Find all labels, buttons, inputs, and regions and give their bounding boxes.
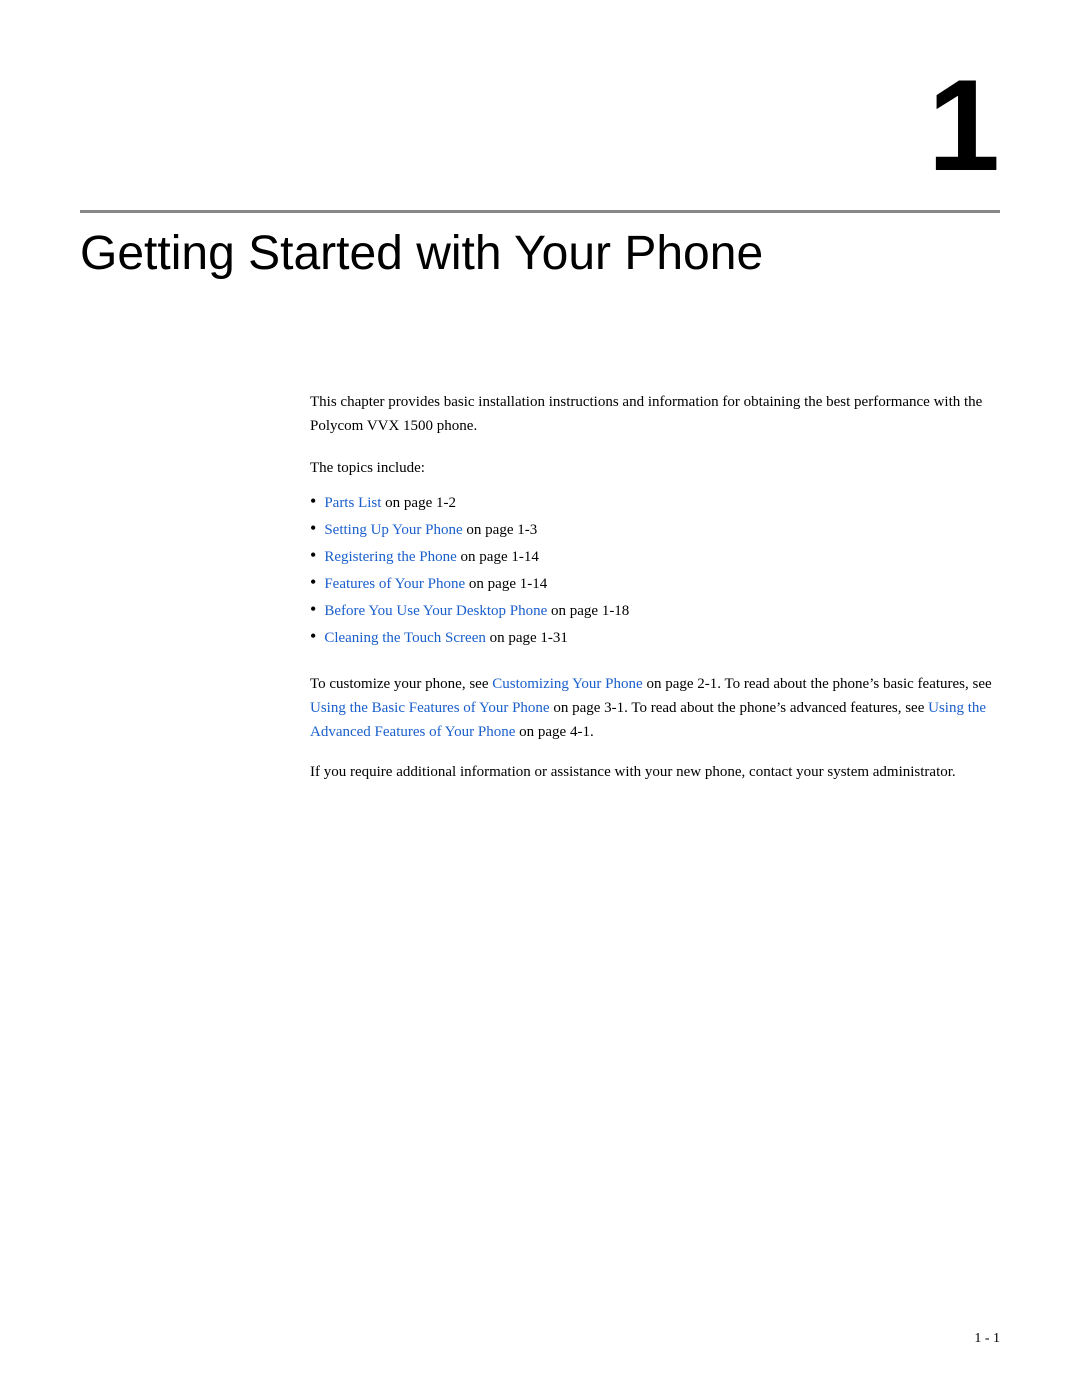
topics-list: • Parts List on page 1-2 • Setting Up Your … [310,490,1000,652]
topic-link[interactable]: Setting Up Your Phone [324,522,462,538]
topic-link[interactable]: Cleaning the Touch Screen [324,630,486,646]
bullet-icon: • [310,600,316,618]
body-paragraph-2: If you require additional information or… [310,760,1000,784]
list-item: • Features of Your Phone on page 1-14 [310,571,1000,598]
bullet-icon: • [310,573,316,591]
list-item: • Setting Up Your Phone on page 1-3 [310,517,1000,544]
topic-page-ref: on page 1-14 [457,549,539,565]
topic-link[interactable]: Registering the Phone [324,549,456,565]
topic-page-ref: on page 1-14 [465,576,547,592]
list-item: • Cleaning the Touch Screen on page 1-31 [310,625,1000,652]
topic-link[interactable]: Before You Use Your Desktop Phone [324,603,547,619]
page-footer: 1 - 1 [974,1331,1000,1347]
topic-page-ref: on page 1-18 [547,603,629,619]
chapter-number: 1 [928,60,1000,190]
list-item: • Registering the Phone on page 1-14 [310,544,1000,571]
page-number: 1 - 1 [974,1331,1000,1346]
inline-link[interactable]: Customizing Your Phone [492,676,642,692]
page: 1 Getting Started with Your Phone This c… [0,0,1080,1397]
topics-label: The topics include: [310,456,1000,480]
topic-page-ref: on page 1-31 [486,630,568,646]
content-area: This chapter provides basic installation… [310,390,1000,800]
bullet-icon: • [310,546,316,564]
topic-page-ref: on page 1-2 [381,495,456,511]
list-item: • Before You Use Your Desktop Phone on pa… [310,598,1000,625]
body-paragraph-1: To customize your phone, see Customizing… [310,672,1000,744]
bullet-icon: • [310,627,316,645]
topic-link[interactable]: Parts List [324,495,381,511]
horizontal-rule [80,210,1000,213]
inline-link[interactable]: Using the Basic Features of Your Phone [310,700,550,716]
topic-page-ref: on page 1-3 [463,522,538,538]
bullet-icon: • [310,492,316,510]
topic-link[interactable]: Features of Your Phone [324,576,465,592]
bullet-icon: • [310,519,316,537]
list-item: • Parts List on page 1-2 [310,490,1000,517]
intro-paragraph: This chapter provides basic installation… [310,390,1000,438]
chapter-title: Getting Started with Your Phone [80,225,1000,283]
